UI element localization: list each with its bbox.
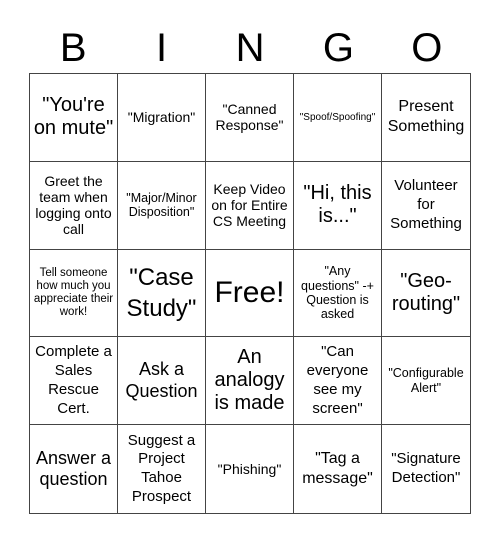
bingo-cell[interactable]: "Tag a message" bbox=[294, 425, 382, 513]
bingo-cell[interactable]: "Case Study" bbox=[118, 249, 206, 338]
bingo-cell[interactable]: Present Something bbox=[382, 74, 470, 162]
bingo-cell[interactable]: "Signature Detection" bbox=[382, 425, 470, 513]
bingo-cell[interactable]: Complete a Sales Rescue Cert. bbox=[30, 337, 118, 426]
bingo-card: "You're on mute" "Migration" "Canned Res… bbox=[29, 73, 471, 514]
header-letter-i: I bbox=[156, 26, 168, 70]
bingo-cell[interactable]: "You're on mute" bbox=[30, 74, 118, 162]
header-letter-n: N bbox=[235, 26, 265, 70]
bingo-cell[interactable]: Volunteer for Something bbox=[382, 162, 470, 250]
bingo-cell[interactable]: "Major/Minor Disposition" bbox=[118, 161, 206, 250]
bingo-cell[interactable]: "Configurable Alert" bbox=[382, 337, 470, 426]
bingo-cell[interactable]: "Any questions" -+ Question is asked bbox=[294, 249, 382, 338]
bingo-cell[interactable]: Suggest a Project Tahoe Prospect bbox=[118, 425, 206, 513]
bingo-cell[interactable]: "Can everyone see my screen" bbox=[294, 337, 382, 426]
bingo-cell[interactable]: "Canned Response" bbox=[206, 74, 294, 162]
bingo-cell[interactable]: Tell someone how much you appreciate the… bbox=[30, 249, 118, 338]
bingo-cell[interactable]: "Hi, this is..." bbox=[294, 161, 382, 250]
bingo-cell[interactable]: Ask a Question bbox=[118, 337, 206, 426]
header-letter-o: O bbox=[411, 26, 443, 70]
header-letter-b: B bbox=[59, 26, 87, 70]
bingo-cell[interactable]: "Phishing" bbox=[206, 425, 294, 513]
bingo-cell[interactable]: "Geo-routing" bbox=[382, 250, 470, 338]
bingo-cell[interactable]: An analogy is made bbox=[206, 337, 294, 426]
bingo-header: B I N G O bbox=[29, 24, 471, 72]
bingo-cell[interactable]: "Migration" bbox=[118, 74, 206, 162]
bingo-cell[interactable]: Greet the team when logging onto call bbox=[30, 161, 118, 250]
header-letter-g: G bbox=[322, 26, 354, 70]
bingo-cell[interactable]: "Spoof/Spoofing" bbox=[294, 74, 382, 162]
bingo-cell[interactable]: Keep Video on for Entire CS Meeting bbox=[206, 161, 294, 250]
bingo-cell[interactable]: Answer a question bbox=[30, 425, 118, 513]
free-space[interactable]: Free! bbox=[206, 249, 294, 338]
